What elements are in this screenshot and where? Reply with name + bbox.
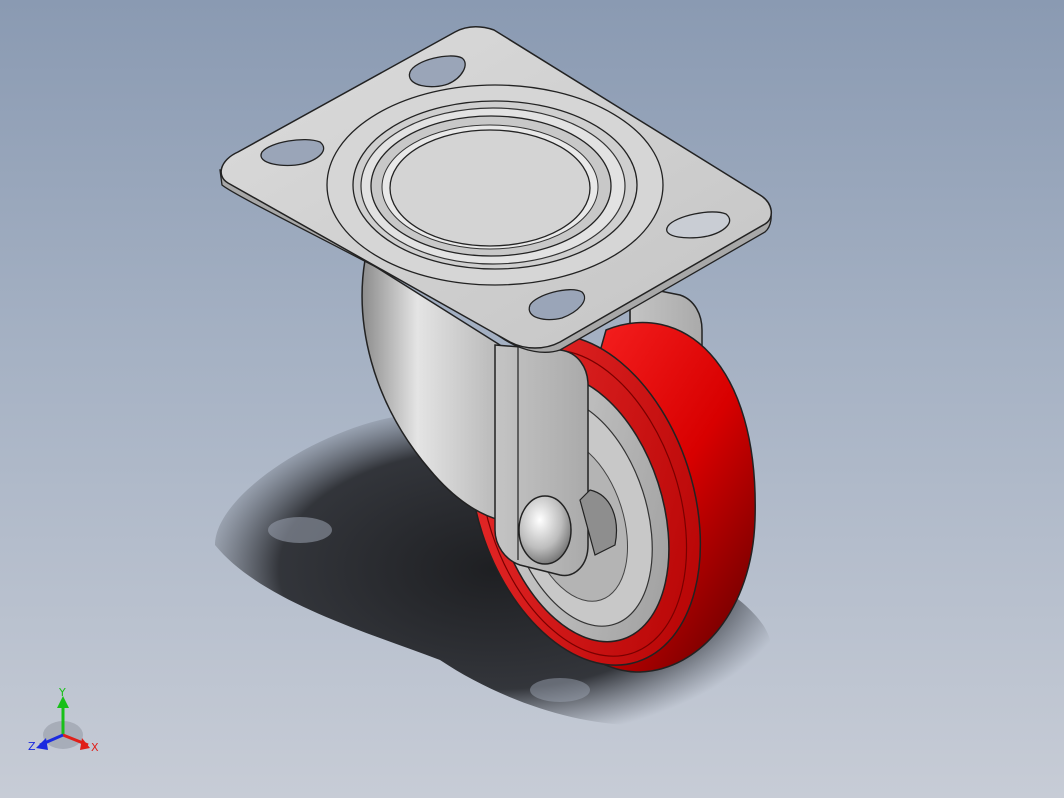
swivel-raceway — [326, 84, 664, 286]
caster-model[interactable]: Y X Z — [0, 0, 1064, 798]
y-axis-label: Y — [58, 686, 66, 699]
z-axis-label: Z — [28, 740, 36, 753]
x-axis-label: X — [91, 741, 99, 754]
z-axis-arrow — [36, 738, 48, 750]
orientation-triad[interactable]: Y X Z — [28, 686, 99, 754]
graphics-viewport[interactable]: Y X Z — [0, 0, 1064, 798]
